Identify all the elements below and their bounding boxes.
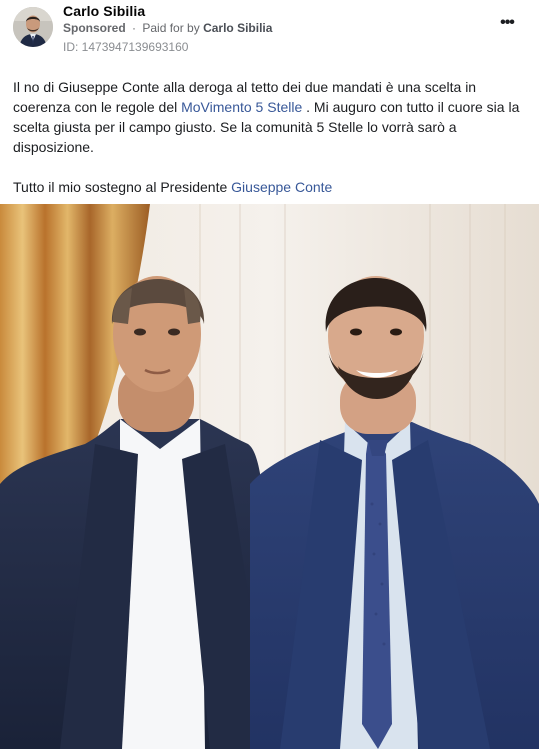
post-header: Carlo Sibilia Sponsored · Paid for by Ca… — [0, 0, 539, 62]
sponsored-line: Sponsored · Paid for by Carlo Sibilia — [63, 21, 272, 35]
message-paragraph-1: Il no di Giuseppe Conte alla deroga al t… — [13, 77, 525, 157]
message-text: Tutto il mio sostegno al Presidente — [13, 179, 232, 195]
movimento-5-stelle-link[interactable]: MoVimento 5 Stelle — [181, 99, 302, 115]
post-message: Il no di Giuseppe Conte alla deroga al t… — [13, 77, 525, 197]
giuseppe-conte-link[interactable]: Giuseppe Conte — [231, 179, 332, 195]
ad-post-card: Carlo Sibilia Sponsored · Paid for by Ca… — [0, 0, 539, 749]
ad-id: ID: 1473947139693160 — [63, 40, 189, 54]
author-name[interactable]: Carlo Sibilia — [63, 3, 145, 19]
more-options-button[interactable]: ••• — [496, 14, 518, 32]
paid-by-name[interactable]: Carlo Sibilia — [203, 21, 272, 35]
sponsored-label[interactable]: Sponsored — [63, 21, 126, 35]
more-horizontal-icon: ••• — [500, 14, 515, 31]
separator: · — [132, 21, 137, 35]
message-paragraph-2: Tutto il mio sostegno al Presidente Gius… — [13, 177, 525, 197]
avatar[interactable] — [13, 7, 53, 47]
paid-for-prefix: Paid for by — [142, 21, 200, 35]
post-photo[interactable] — [0, 204, 539, 749]
